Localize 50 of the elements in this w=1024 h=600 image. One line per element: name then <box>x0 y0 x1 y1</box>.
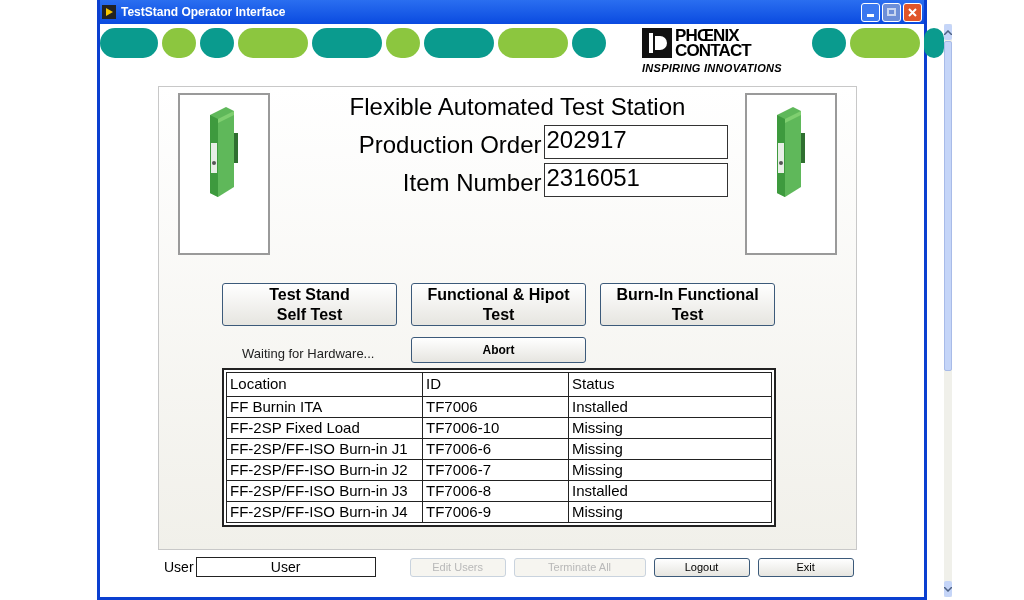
decorative-pill <box>850 28 920 58</box>
station-title: Flexible Automated Test Station <box>349 93 686 121</box>
column-header: ID <box>422 372 569 396</box>
abort-button[interactable]: Abort <box>411 337 586 363</box>
scroll-up-icon[interactable] <box>944 24 952 40</box>
column-header: Location <box>226 372 423 396</box>
table-cell: FF-2SP/FF-ISO Burn-in J2 <box>226 459 423 480</box>
table-cell: Missing <box>568 438 772 459</box>
logo-wordmark: PHŒNIX CONTACT <box>675 28 751 58</box>
table-cell: TF7006-9 <box>422 501 569 522</box>
user-field: User <box>195 557 376 577</box>
column-header: Status <box>568 372 772 396</box>
app-icon <box>102 5 116 19</box>
decorative-pill <box>924 28 944 58</box>
table-cell: FF-2SP/FF-ISO Burn-in J3 <box>226 480 423 501</box>
close-button[interactable] <box>903 2 922 22</box>
table-cell: Installed <box>568 480 772 501</box>
table-cell: Installed <box>568 396 772 417</box>
scroll-thumb[interactable] <box>944 41 952 371</box>
status-text: Waiting for Hardware... <box>241 344 376 363</box>
value-field: 202917 <box>543 125 728 159</box>
logo-mark-icon <box>642 28 672 58</box>
logo-tagline: INSPIRING INNOVATIONS <box>642 61 783 76</box>
field-label: Production Order <box>357 131 543 159</box>
table-cell: FF-2SP/FF-ISO Burn-in J4 <box>226 501 423 522</box>
table-cell: TF7006-6 <box>422 438 569 459</box>
table-cell: FF-2SP/FF-ISO Burn-in J1 <box>226 438 423 459</box>
table-cell: TF7006-7 <box>422 459 569 480</box>
scroll-down-icon[interactable] <box>944 581 952 597</box>
close-icon <box>908 7 917 17</box>
footer-button[interactable]: Exit <box>757 557 854 577</box>
table-cell: FF-2SP Fixed Load <box>226 417 423 438</box>
table-cell: FF Burnin ITA <box>226 396 423 417</box>
table-cell: TF7006-10 <box>422 417 569 438</box>
field-label: Item Number <box>401 169 543 197</box>
table-cell: TF7006 <box>422 396 569 417</box>
test-button[interactable]: Burn-In Functional Test <box>600 283 775 326</box>
table-cell: TF7006-8 <box>422 480 569 501</box>
decorative-pill <box>812 28 846 58</box>
footer-button[interactable]: Logout <box>653 557 750 577</box>
user-label: User <box>164 557 194 577</box>
window-title: TestStand Operator Interface <box>121 4 286 21</box>
test-button[interactable]: Test Stand Self Test <box>222 283 397 326</box>
table-cell: Missing <box>568 417 772 438</box>
minimize-button[interactable] <box>861 2 880 22</box>
test-button[interactable]: Functional & Hipot Test <box>411 283 586 326</box>
table-cell: Missing <box>568 501 772 522</box>
value-field: 2316051 <box>543 163 728 197</box>
table-cell: Missing <box>568 459 772 480</box>
maximize-button[interactable] <box>882 2 901 22</box>
